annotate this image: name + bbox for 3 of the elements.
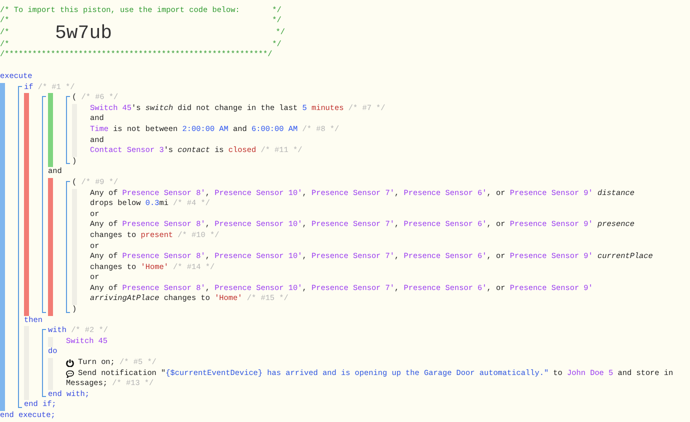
power-icon xyxy=(66,359,74,368)
import-code: 5w7ub xyxy=(54,26,112,40)
speech-bubble-icon xyxy=(66,370,74,378)
